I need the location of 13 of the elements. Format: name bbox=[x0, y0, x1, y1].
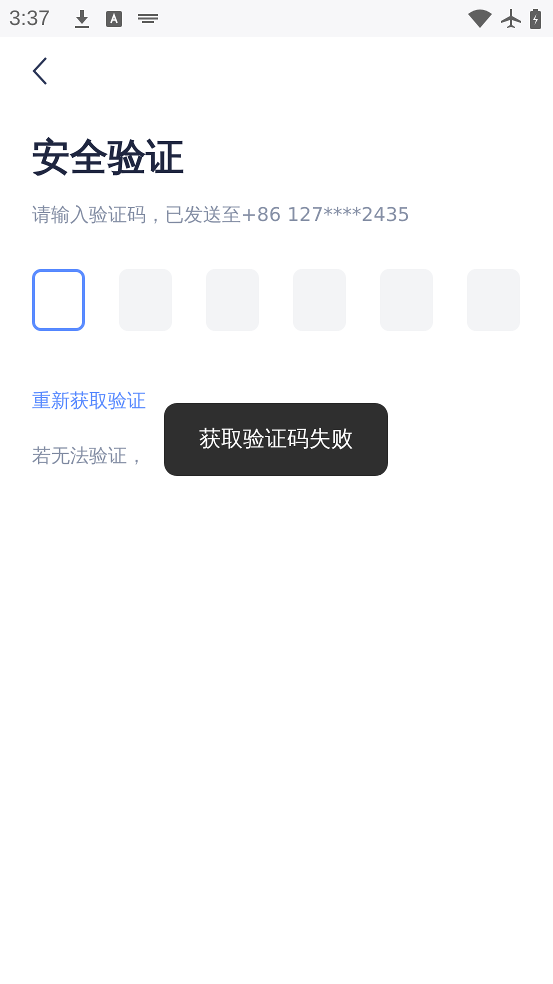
battery-icon bbox=[530, 8, 541, 28]
code-input-field[interactable] bbox=[32, 269, 85, 332]
page-title: 安全验证 bbox=[32, 135, 185, 181]
appeal-text: 若无法验证， bbox=[32, 444, 146, 469]
wifi-icon bbox=[468, 9, 492, 28]
download-icon bbox=[74, 8, 90, 28]
resend-code-link[interactable]: 重新获取验证 bbox=[32, 387, 146, 416]
airplane-icon bbox=[500, 8, 522, 30]
instruction-text: 请输入验证码，已发送至+86 127****2435 bbox=[32, 202, 411, 228]
keyboard-icon bbox=[138, 14, 158, 24]
status-time: 3:37 bbox=[9, 6, 50, 32]
error-toast: 获取验证码失败 bbox=[164, 403, 388, 476]
keyboard-letter-icon bbox=[106, 10, 122, 26]
